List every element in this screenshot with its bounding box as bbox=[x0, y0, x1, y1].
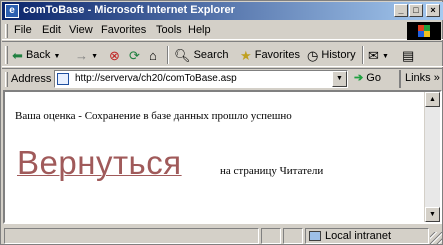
back-link[interactable]: Вернуться bbox=[17, 144, 182, 182]
dropdown-arrow-icon[interactable]: ▼ bbox=[382, 53, 389, 60]
go-button[interactable]: ➔ Go bbox=[354, 71, 381, 84]
print-icon: ▤ bbox=[402, 47, 415, 63]
maximize-button[interactable]: □ bbox=[409, 4, 423, 17]
dropdown-arrow-icon[interactable]: ▼ bbox=[91, 53, 98, 60]
save-success-message: Ваша оценка - Сохранение в базе данных п… bbox=[15, 110, 292, 122]
history-label: History bbox=[321, 49, 356, 61]
forward-arrow-icon: → bbox=[75, 47, 88, 63]
minimize-button[interactable]: _ bbox=[394, 4, 408, 17]
go-arrow-icon: ➔ bbox=[354, 72, 364, 84]
back-label: Back bbox=[25, 49, 51, 61]
address-input[interactable]: http://serverva/ch20/comToBase.asp ▼ bbox=[54, 70, 348, 88]
refresh-icon: ⟳ bbox=[129, 47, 140, 63]
dropdown-arrow-icon[interactable]: ▼ bbox=[54, 53, 61, 60]
links-label: Links bbox=[405, 72, 431, 84]
windows-logo-throbber bbox=[407, 22, 441, 40]
status-progress bbox=[261, 228, 281, 244]
favorites-button[interactable]: ★ Favorites bbox=[240, 45, 300, 65]
favorites-star-icon: ★ bbox=[240, 47, 252, 63]
search-icon: 🔍︎ bbox=[174, 47, 191, 63]
address-bar: Address http://serverva/ch20/comToBase.a… bbox=[2, 68, 443, 89]
vertical-scrollbar[interactable]: ▲ ▼ bbox=[424, 92, 440, 222]
ie-icon: e bbox=[5, 4, 19, 18]
menu-view[interactable]: View bbox=[69, 24, 93, 36]
local-intranet-icon bbox=[309, 231, 321, 242]
scroll-down-button[interactable]: ▼ bbox=[425, 207, 440, 222]
favorites-label: Favorites bbox=[254, 49, 300, 61]
toolbar-separator bbox=[167, 46, 169, 64]
search-button[interactable]: 🔍︎ Search bbox=[174, 45, 228, 65]
mail-icon: ✉ bbox=[368, 47, 379, 63]
mail-button[interactable]: ✉ ▼ bbox=[368, 45, 389, 65]
print-button[interactable]: ▤ bbox=[402, 45, 414, 65]
page-content: Ваша оценка - Сохранение в базе данных п… bbox=[3, 90, 442, 224]
windows-logo-icon bbox=[418, 25, 430, 37]
links-button[interactable]: Links » bbox=[399, 70, 441, 88]
toolbar-grip[interactable] bbox=[5, 24, 8, 38]
back-arrow-icon: ⬅ bbox=[12, 47, 23, 63]
status-text bbox=[4, 228, 259, 244]
title-bar[interactable]: e comToBase - Microsoft Internet Explore… bbox=[2, 2, 443, 20]
menu-tools[interactable]: Tools bbox=[156, 24, 182, 36]
toolbar-separator bbox=[362, 46, 364, 64]
resize-grip[interactable] bbox=[430, 232, 442, 244]
address-url[interactable]: http://serverva/ch20/comToBase.asp bbox=[75, 73, 237, 84]
standard-toolbar: ⬅ Back ▼ → ▼ ⊗ ⟳ ⌂ 🔍︎ Search ★ Favorites… bbox=[2, 41, 443, 67]
toolbar-grip[interactable] bbox=[5, 46, 8, 64]
address-label: Address bbox=[11, 73, 52, 85]
status-secure bbox=[283, 228, 303, 244]
status-zone: Local intranet bbox=[305, 228, 429, 244]
stop-button[interactable]: ⊗ bbox=[109, 45, 120, 65]
browser-window: e comToBase - Microsoft Internet Explore… bbox=[0, 0, 443, 245]
go-label: Go bbox=[366, 72, 381, 84]
page-icon bbox=[57, 73, 69, 85]
address-dropdown-button[interactable]: ▼ bbox=[332, 71, 347, 87]
stop-icon: ⊗ bbox=[109, 47, 120, 63]
home-button[interactable]: ⌂ bbox=[149, 45, 157, 65]
zone-label: Local intranet bbox=[325, 230, 392, 242]
refresh-button[interactable]: ⟳ bbox=[129, 45, 140, 65]
search-label: Search bbox=[193, 49, 229, 61]
forward-button[interactable]: → ▼ bbox=[75, 45, 98, 65]
menu-help[interactable]: Help bbox=[188, 24, 211, 36]
menu-favorites[interactable]: Favorites bbox=[101, 24, 146, 36]
menu-bar: File Edit View Favorites Tools Help bbox=[2, 21, 443, 40]
toolbar-grip[interactable] bbox=[5, 72, 8, 87]
history-button[interactable]: ◷ History bbox=[307, 45, 356, 65]
chevron-right-icon: » bbox=[433, 72, 440, 84]
status-bar: Local intranet bbox=[2, 226, 443, 245]
close-button[interactable]: × bbox=[426, 4, 440, 17]
menu-file[interactable]: File bbox=[14, 24, 32, 36]
home-icon: ⌂ bbox=[149, 47, 157, 63]
back-link-suffix: на страницу Читатели bbox=[220, 165, 324, 177]
scroll-up-button[interactable]: ▲ bbox=[425, 92, 440, 107]
history-icon: ◷ bbox=[307, 47, 319, 63]
back-button[interactable]: ⬅ Back ▼ bbox=[12, 45, 60, 65]
window-title: comToBase - Microsoft Internet Explorer bbox=[23, 4, 235, 16]
menu-edit[interactable]: Edit bbox=[42, 24, 61, 36]
